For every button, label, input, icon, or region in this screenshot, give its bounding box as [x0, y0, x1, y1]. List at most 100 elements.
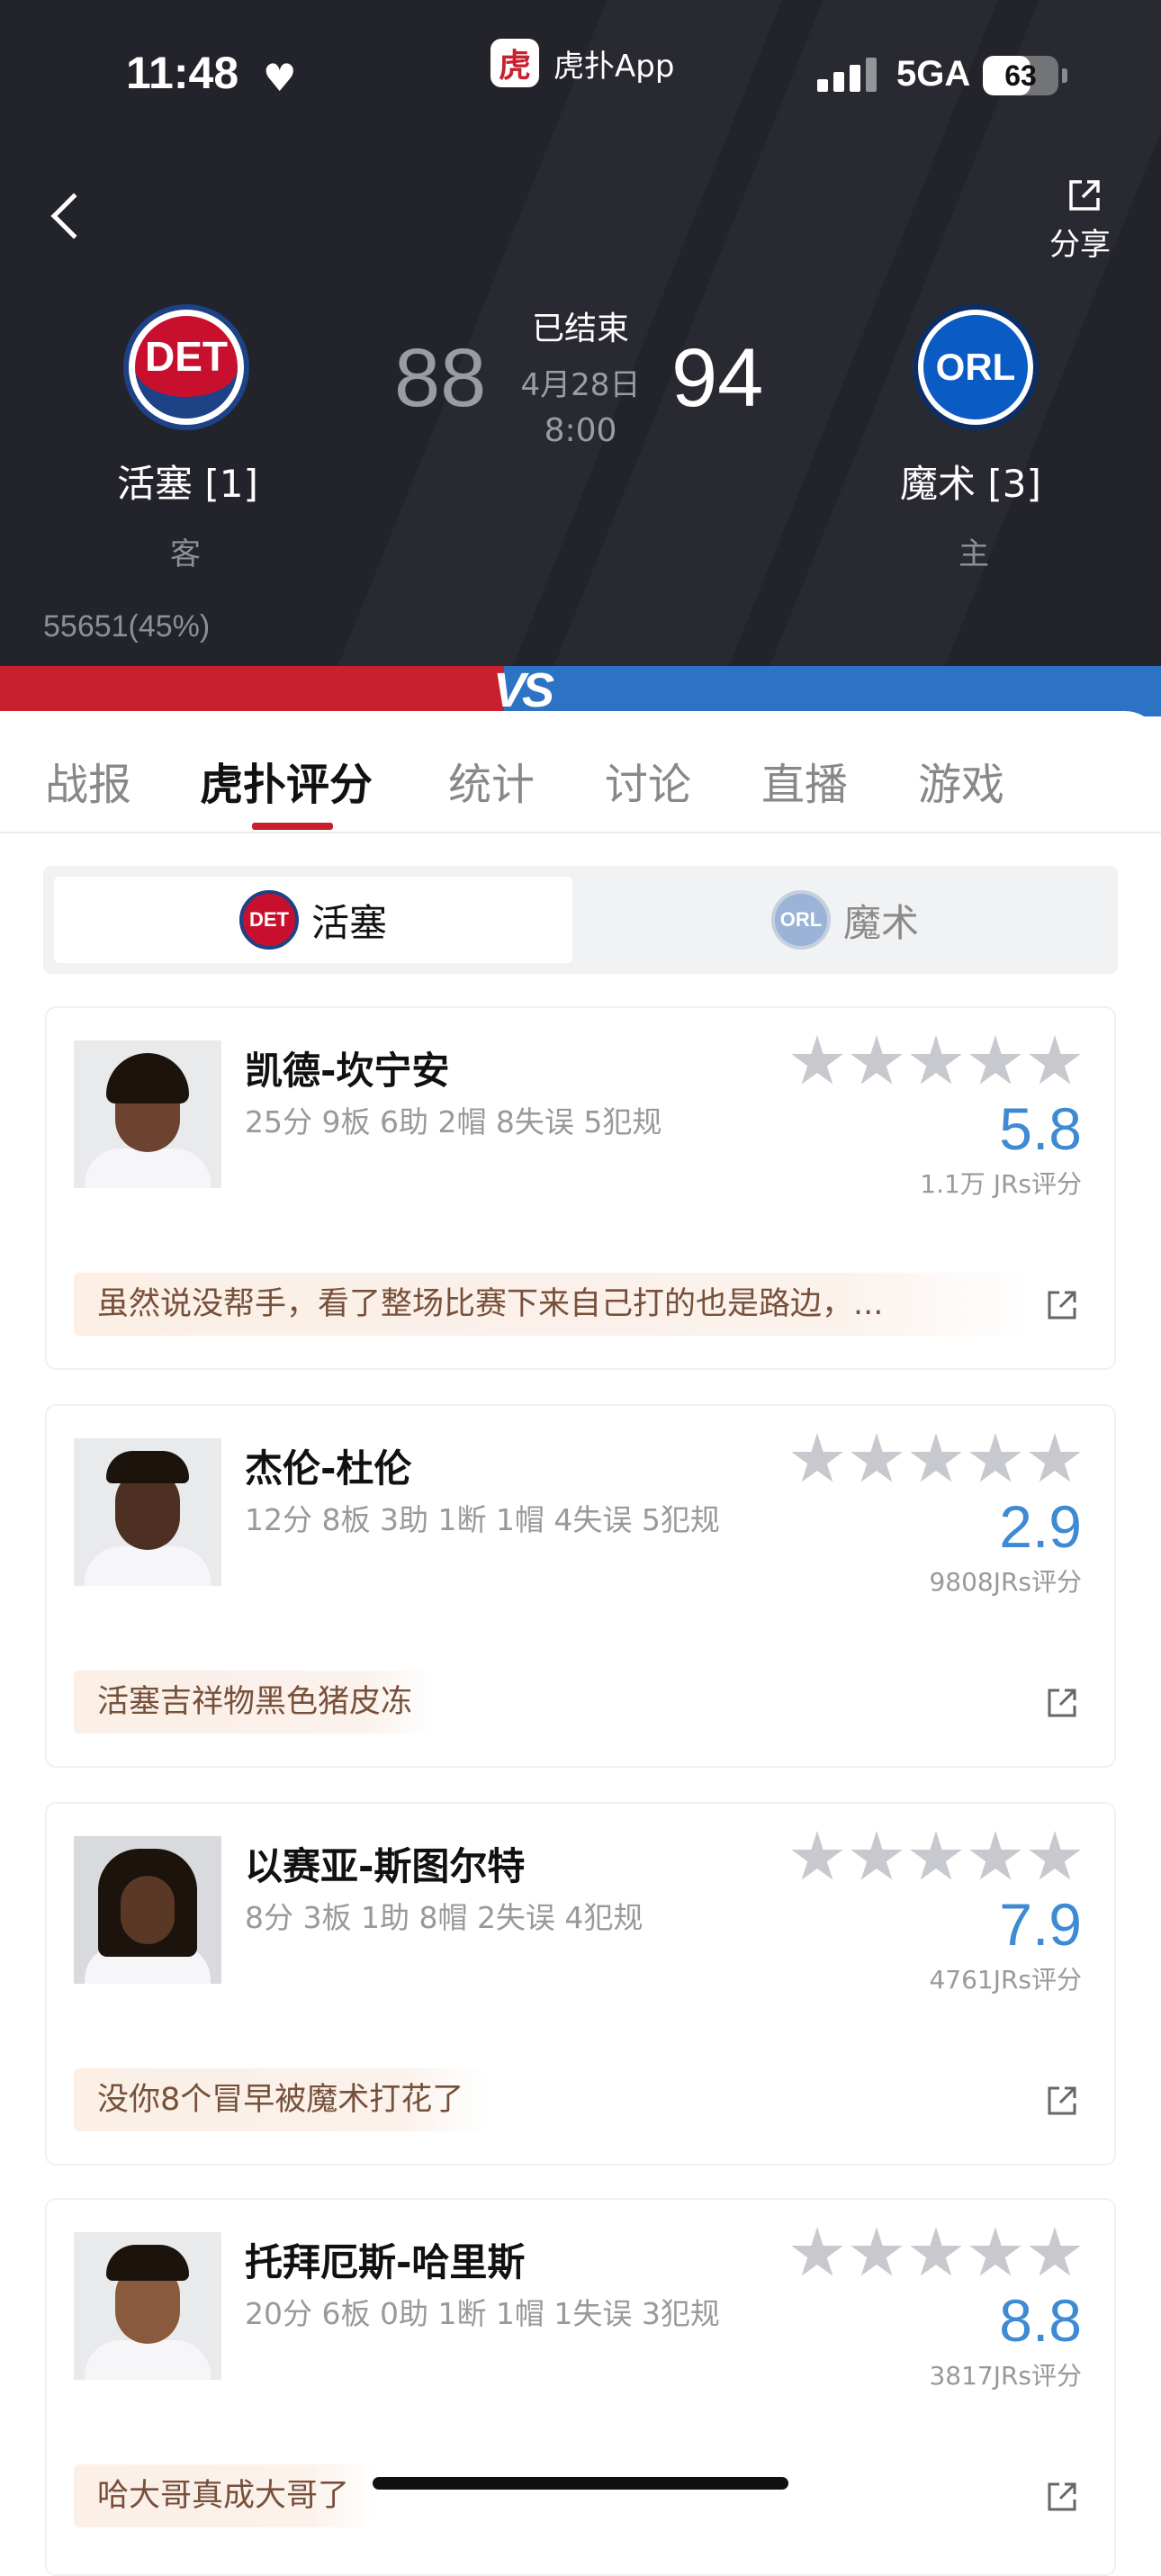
top-comment[interactable]: 虽然说没帮手，看了整场比赛下来自己打的也是路边，... [74, 1273, 1031, 1336]
rating-votes: 1.1万 JRs评分 [920, 1169, 1082, 1199]
player-name: 凯德-坎宁安 [245, 1049, 450, 1093]
tab-stats[interactable]: 统计 [448, 749, 535, 812]
app-name: 虎扑App [554, 48, 675, 85]
tab-discussion[interactable]: 讨论 [605, 749, 691, 812]
away-team-side: 客 [170, 536, 201, 572]
team-toggle: DET 活塞 ORL 魔术 [43, 866, 1118, 974]
player-photo [74, 1836, 221, 1984]
team-logo-orl[interactable]: ORL [913, 304, 1039, 430]
external-link-icon[interactable] [1046, 1289, 1078, 1321]
home-indicator[interactable] [373, 2477, 788, 2490]
tab-hupu-rating[interactable]: 虎扑评分 [200, 749, 373, 812]
top-comment[interactable]: 没你8个冒早被魔术打花了 [74, 2068, 488, 2131]
player-stats: 20分 6板 0助 1断 1帽 1失误 3犯规 [245, 2296, 720, 2331]
player-card[interactable]: 以赛亚-斯图尔特 8分 3板 1助 8帽 2失误 4犯规 7.9 4761JRs… [45, 1802, 1116, 2166]
orl-mini-logo-icon: ORL [770, 890, 831, 950]
heart-icon: ♥ [263, 56, 297, 100]
toggle-orl[interactable]: ORL 魔术 [583, 877, 1107, 963]
share-label[interactable]: 分享 [1049, 220, 1111, 264]
rating-stars[interactable] [790, 1831, 1082, 1885]
star-icon[interactable] [791, 2227, 843, 2276]
player-card[interactable]: 杰伦-杜伦 12分 8板 3助 1断 1帽 4失误 5犯规 2.9 9808JR… [45, 1404, 1116, 1768]
hupu-logo-icon: 虎 [490, 39, 539, 87]
game-header: 11:48 ♥ 虎 虎扑App 5GA 63 分享 DET 活塞 [1] 客 8… [0, 0, 1161, 666]
rating-stars[interactable] [790, 2227, 1082, 2281]
player-card[interactable]: 托拜厄斯-哈里斯 20分 6板 0助 1断 1帽 1失误 3犯规 8.8 381… [45, 2198, 1116, 2576]
star-icon[interactable] [910, 1831, 962, 1880]
player-name: 以赛亚-斯图尔特 [245, 1844, 526, 1888]
player-card[interactable]: 凯德-坎宁安 25分 9板 6助 2帽 8失误 5犯规 5.8 1.1万 JRs… [45, 1006, 1116, 1370]
star-icon[interactable] [791, 1831, 843, 1880]
det-mini-logo-icon: DET [238, 890, 299, 950]
battery-icon: 63 [983, 56, 1058, 95]
app-switch-pill[interactable]: 虎 虎扑App [490, 36, 674, 90]
star-icon[interactable] [1029, 1035, 1081, 1085]
player-photo [74, 2232, 221, 2380]
star-icon[interactable] [850, 1035, 903, 1085]
active-tab-indicator [252, 823, 333, 830]
tab-games[interactable]: 游戏 [918, 749, 1004, 812]
player-rating: 5.8 [999, 1095, 1082, 1162]
star-icon[interactable] [791, 1433, 843, 1482]
home-score: 94 [671, 332, 764, 424]
player-rating: 7.9 [999, 1891, 1082, 1958]
star-icon[interactable] [1029, 2227, 1081, 2276]
rating-stars[interactable] [790, 1433, 1082, 1487]
det-logo-text: DET [135, 316, 238, 419]
rating-stars[interactable] [790, 1035, 1082, 1089]
player-stats: 12分 8板 3助 1断 1帽 4失误 5犯规 [245, 1502, 720, 1537]
network-type: 5GA [896, 54, 971, 94]
star-icon[interactable] [969, 2227, 1022, 2276]
star-icon[interactable] [850, 1831, 903, 1880]
star-icon[interactable] [1029, 1831, 1081, 1880]
player-stats: 8分 3板 1助 8帽 2失误 4犯规 [245, 1900, 644, 1935]
tab-report[interactable]: 战报 [45, 749, 131, 812]
player-photo [74, 1438, 221, 1586]
battery-nub [1062, 68, 1067, 83]
vs-text: VS [493, 663, 554, 717]
team-logo-det[interactable]: DET [123, 304, 249, 430]
star-icon[interactable] [969, 1831, 1022, 1880]
rating-votes: 4761JRs评分 [929, 1965, 1082, 1995]
external-link-icon[interactable] [1046, 2481, 1078, 2513]
vs-band-red [0, 666, 540, 716]
rating-votes: 9808JRs评分 [929, 1567, 1082, 1597]
star-icon[interactable] [910, 2227, 962, 2276]
top-comment[interactable]: 活塞吉祥物黑色猪皮冻 [74, 1671, 436, 1734]
player-name: 托拜厄斯-哈里斯 [245, 2240, 526, 2284]
player-rating: 2.9 [999, 1493, 1082, 1560]
vs-band-blue [504, 666, 1161, 716]
home-team-name[interactable]: 魔术 [3] [900, 454, 1041, 509]
rating-votes: 3817JRs评分 [929, 2361, 1082, 2391]
external-link-icon[interactable] [1046, 2085, 1078, 2117]
top-comment[interactable]: 哈大哥真成大哥了 [74, 2464, 374, 2527]
status-time: 11:48 [126, 48, 239, 98]
game-date: 4月28日 [520, 367, 641, 403]
orl-logo-text: ORL [923, 315, 1028, 419]
signal-icon [817, 58, 877, 92]
external-link-icon[interactable] [1046, 1687, 1078, 1719]
star-icon[interactable] [1029, 1433, 1081, 1482]
tab-bar: 战报 虎扑评分 统计 讨论 直播 游戏 [0, 711, 1161, 833]
battery-level: 63 [1004, 59, 1037, 92]
toggle-orl-label: 魔术 [842, 900, 919, 945]
player-rating: 8.8 [999, 2287, 1082, 2354]
star-icon[interactable] [969, 1035, 1022, 1085]
back-icon[interactable] [50, 193, 97, 239]
share-icon[interactable] [1067, 178, 1102, 212]
toggle-det[interactable]: DET 活塞 [54, 877, 572, 963]
player-photo [74, 1040, 221, 1188]
away-team-name[interactable]: 活塞 [1] [117, 454, 258, 509]
game-status: 已结束 [531, 311, 629, 347]
player-name: 杰伦-杜伦 [245, 1446, 412, 1491]
away-score: 88 [394, 332, 487, 424]
star-icon[interactable] [850, 1433, 903, 1482]
tab-live[interactable]: 直播 [761, 749, 848, 812]
star-icon[interactable] [850, 2227, 903, 2276]
star-icon[interactable] [910, 1433, 962, 1482]
star-icon[interactable] [969, 1433, 1022, 1482]
star-icon[interactable] [910, 1035, 962, 1085]
star-icon[interactable] [791, 1035, 843, 1085]
toggle-det-label: 活塞 [310, 900, 387, 945]
vs-band [0, 666, 1161, 716]
